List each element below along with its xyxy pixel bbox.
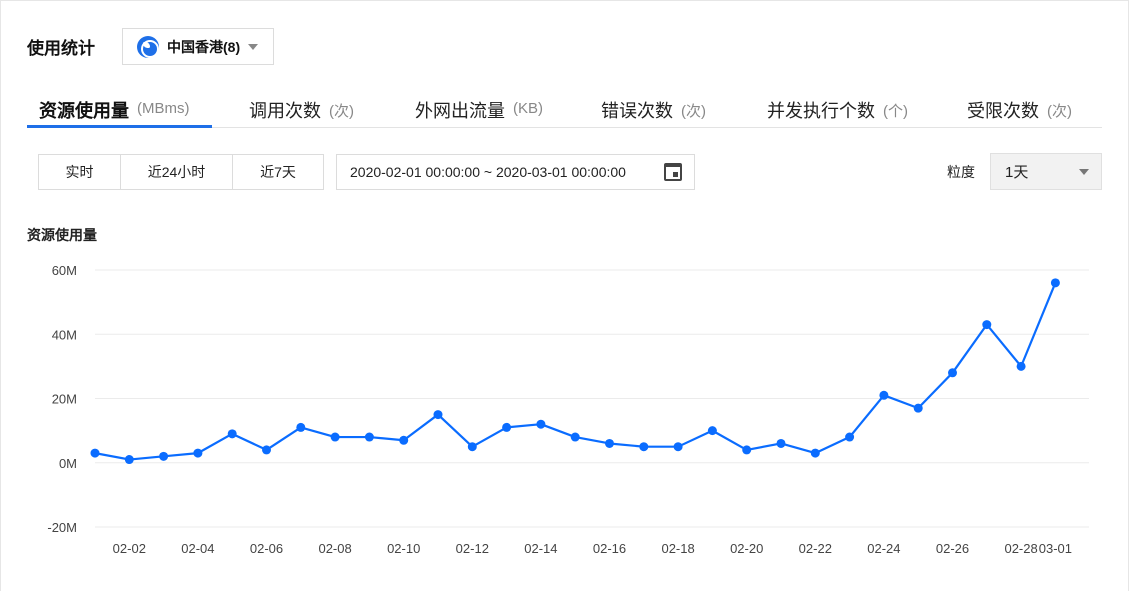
x-tick-label: 02-02	[113, 541, 146, 556]
data-point	[776, 438, 786, 448]
x-tick-label: 02-06	[250, 541, 283, 556]
y-tick-label: 20M	[52, 392, 77, 407]
data-point	[502, 422, 512, 432]
y-tick-label: 40M	[52, 327, 77, 342]
data-point	[742, 445, 752, 455]
usage-stats-panel: 使用统计 中国香港(8) 资源使用量 (MBms) 调用次数 (次) 外网出流量…	[0, 0, 1129, 591]
data-point	[399, 435, 409, 445]
data-point	[433, 410, 443, 420]
y-tick-label: -20M	[47, 520, 77, 535]
data-point	[1050, 278, 1060, 288]
data-point	[845, 432, 855, 442]
data-point	[707, 426, 717, 436]
data-point	[810, 448, 820, 458]
data-point	[227, 429, 237, 439]
data-point	[364, 432, 374, 442]
data-point	[296, 422, 306, 432]
data-point	[913, 403, 923, 413]
x-tick-label: 02-14	[524, 541, 557, 556]
x-tick-label: 02-18	[661, 541, 694, 556]
x-tick-label: 02-12	[456, 541, 489, 556]
data-point	[570, 432, 580, 442]
data-point	[1016, 361, 1026, 371]
x-tick-label: 02-04	[181, 541, 214, 556]
x-tick-label: 02-28	[1004, 541, 1037, 556]
data-point	[536, 419, 546, 429]
x-tick-label: 02-08	[318, 541, 351, 556]
x-tick-label: 02-22	[799, 541, 832, 556]
resource-usage-chart: 60M 40M 20M 0M -20M 02-02 02-04 02-06 02-08 02-10…	[47, 263, 1089, 556]
data-point	[330, 432, 340, 442]
data-point	[948, 368, 957, 378]
data-point	[982, 320, 992, 330]
x-tick-label: 02-26	[936, 541, 969, 556]
data-point	[673, 442, 683, 452]
y-tick-label: 60M	[52, 263, 77, 278]
data-point	[879, 390, 889, 400]
data-point	[90, 448, 100, 458]
x-tick-label: 02-24	[867, 541, 900, 556]
x-tick-label: 02-16	[593, 541, 626, 556]
data-point	[262, 445, 271, 455]
data-point	[124, 455, 134, 465]
data-point	[467, 442, 477, 452]
y-tick-label: 0M	[59, 456, 77, 471]
x-tick-label: 02-10	[387, 541, 420, 556]
data-point	[605, 438, 614, 448]
data-point	[193, 448, 203, 458]
data-point	[639, 442, 649, 452]
data-point	[159, 451, 169, 461]
x-tick-label: 03-01	[1039, 541, 1072, 556]
x-tick-label: 02-20	[730, 541, 763, 556]
